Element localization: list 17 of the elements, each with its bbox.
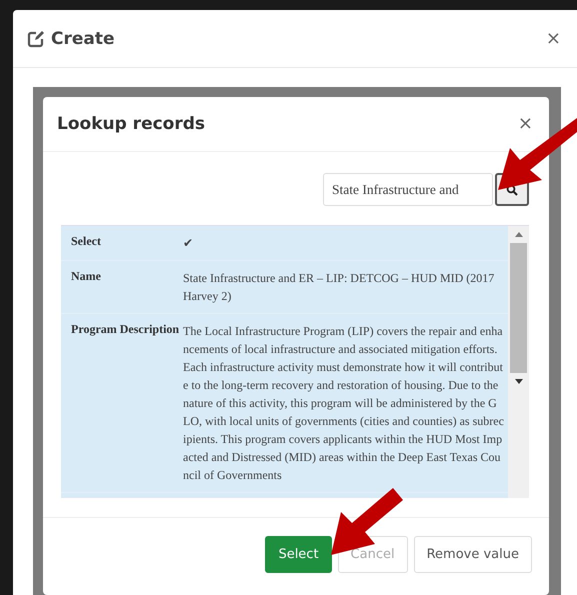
- field-label: Name: [70, 269, 102, 285]
- scroll-down-icon[interactable]: [514, 379, 522, 384]
- scroll-up-icon[interactable]: [514, 232, 522, 237]
- dialog-title: Create: [51, 28, 116, 48]
- field-value: The Local Infrastructure Program (LIP) covers the repair and enhancements of local infrastructure and associated mitigation efforts. Each infrastructure activity must demonstrate how it will contribute to the long-term recovery and restoration of housing. Due to the nature of this activity, this program will be administered by the GLO, with local units of governments (cities and counties) as subrecipients. This program covers applicants within the HUD Most Impacted and Distressed (MID) areas within the Deep East Texas Council of Governments: [183, 323, 505, 484]
- close-button[interactable]: ×: [544, 30, 563, 48]
- field-value: State Infrastructure and ER – LIP: DETCOG – HUD MID (2017 Harvey 2): [183, 270, 496, 305]
- edit-icon: [27, 30, 45, 48]
- scrollbar[interactable]: [508, 226, 529, 498]
- dialog-button[interactable]: Select: [265, 536, 332, 573]
- field-label: Program Description: [70, 322, 180, 338]
- field-label: Select: [70, 234, 102, 250]
- field-value: ✔: [183, 235, 194, 252]
- close-button[interactable]: ×: [516, 115, 535, 133]
- dialog-button[interactable]: Remove value: [414, 536, 532, 573]
- search-field[interactable]: State Infrastructure and: [323, 173, 493, 206]
- lookup-title: Lookup records: [57, 114, 206, 134]
